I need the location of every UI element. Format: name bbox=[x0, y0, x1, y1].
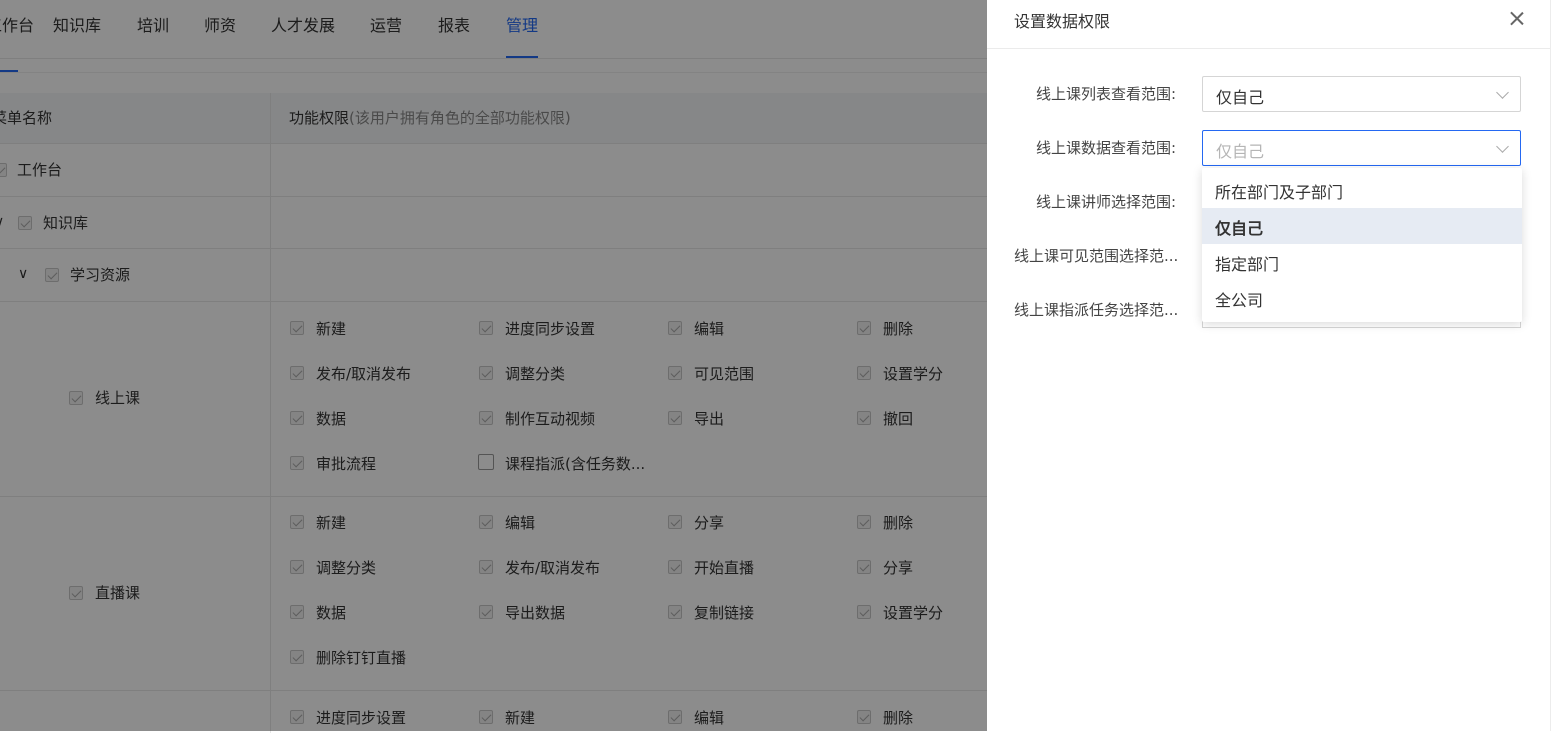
select-placeholder: 仅自己 bbox=[1216, 142, 1265, 161]
field-label-visible-scope: 线上课可见范围选择范... bbox=[1014, 247, 1179, 265]
select-value: 仅自己 bbox=[1216, 88, 1265, 107]
field-label-assign-scope: 线上课指派任务选择范... bbox=[1014, 301, 1179, 319]
list-scope-select[interactable]: 仅自己 bbox=[1202, 76, 1521, 112]
data-permission-drawer: 设置数据权限 线上课列表查看范围: 仅自己 线上课数据查看范围: 仅自己 线上课… bbox=[987, 0, 1550, 731]
modal-mask[interactable] bbox=[0, 0, 987, 731]
field-label-data-scope: 线上课数据查看范围: bbox=[1036, 139, 1177, 157]
drawer-header: 设置数据权限 bbox=[987, 0, 1550, 49]
dropdown-option[interactable]: 指定部门 bbox=[1202, 244, 1522, 280]
chevron-down-icon bbox=[1496, 86, 1509, 99]
dropdown-option-selected[interactable]: 仅自己 bbox=[1202, 208, 1522, 244]
dropdown-option[interactable]: 所在部门及子部门 bbox=[1202, 172, 1522, 208]
drawer-title: 设置数据权限 bbox=[1014, 12, 1111, 31]
dropdown-option[interactable]: 全公司 bbox=[1202, 280, 1522, 316]
scrollbar-track[interactable] bbox=[1550, 0, 1564, 731]
close-icon[interactable] bbox=[1506, 8, 1528, 30]
data-scope-select[interactable]: 仅自己 bbox=[1202, 130, 1521, 166]
chevron-down-icon bbox=[1496, 140, 1509, 153]
scope-dropdown-menu: 所在部门及子部门 仅自己 指定部门 全公司 bbox=[1202, 168, 1522, 322]
field-label-list-scope: 线上课列表查看范围: bbox=[1036, 85, 1177, 103]
field-label-lecturer-scope: 线上课讲师选择范围: bbox=[1036, 193, 1177, 211]
